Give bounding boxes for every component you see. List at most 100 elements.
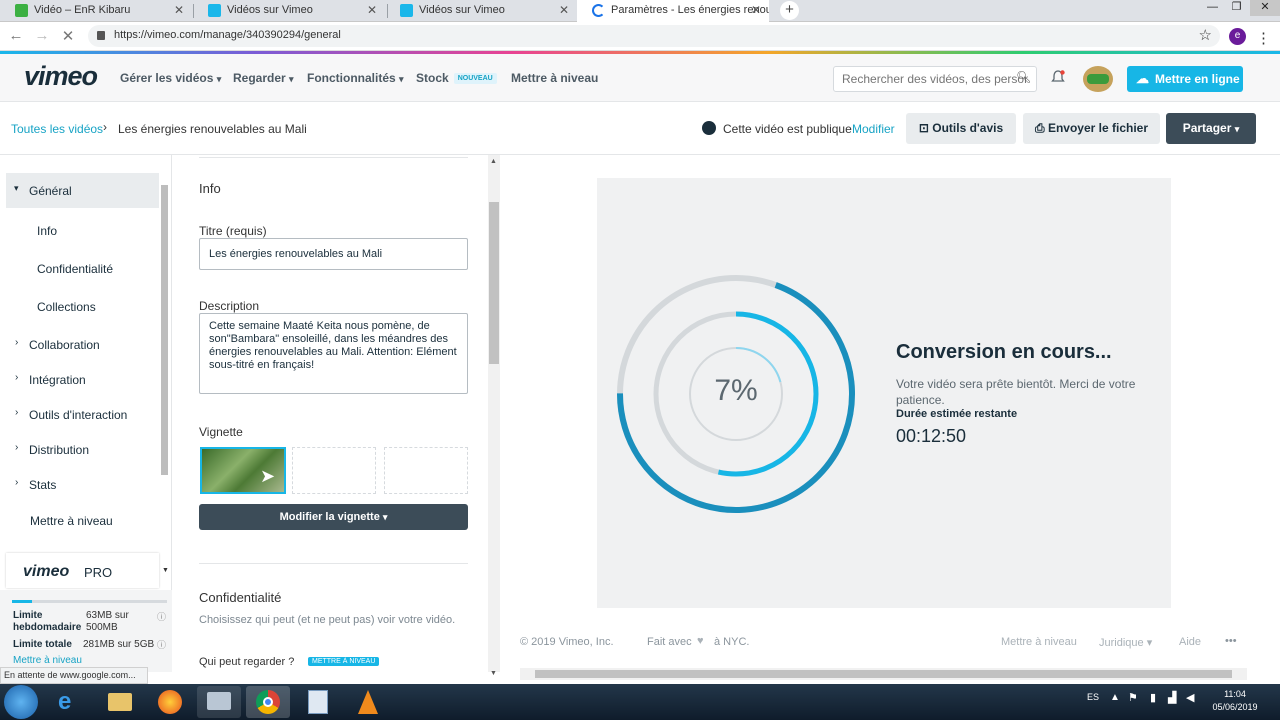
footer-legal-link[interactable]: Juridique ▾ [1099,636,1152,649]
user-avatar[interactable] [1083,66,1113,92]
sidebar-item-privacy[interactable]: Confidentialité [37,262,113,276]
minimize-icon[interactable]: — [1200,0,1225,16]
file-icon: ⎙ [1035,121,1045,135]
chevron-right-icon: › [103,120,107,134]
close-window-icon[interactable]: ✕ [1250,0,1280,16]
globe-icon [702,121,716,135]
firefox-icon[interactable] [148,686,192,718]
windows-start-icon[interactable] [4,685,38,719]
tab-close-icon[interactable]: ✕ [174,0,184,20]
title-input[interactable]: Les énergies renouvelables au Mali [199,238,468,270]
nav-manage-videos[interactable]: Gérer les vidéos ▾ [120,71,221,85]
tray-expand-icon[interactable]: ▲ [1110,692,1120,703]
conversion-message: Votre vidéo sera prête bientôt. Merci de… [896,377,1136,407]
sidebar-item-integration[interactable]: › Intégration [15,372,86,387]
upgrade-badge[interactable]: METTRE À NIVEAU [308,657,380,666]
description-textarea[interactable]: Cette semaine Maaté Keita nous pomène, d… [199,313,468,394]
sidebar-item-stats[interactable]: › Stats [15,477,56,492]
quota-upgrade-link[interactable]: Mettre à niveau [13,655,82,666]
sidebar-item-upgrade[interactable]: Mettre à niveau [30,514,113,528]
sidebar-item-interaction-tools[interactable]: › Outils d'interaction [15,407,127,422]
info-icon[interactable]: ⓘ [157,610,166,623]
breadcrumb-all-videos[interactable]: Toutes les vidéos [11,122,103,136]
scroll-up-icon[interactable]: ▲ [490,158,497,165]
horizontal-scrollbar-thumb[interactable] [535,670,1232,678]
review-tools-button[interactable]: ⊡ Outils d'avis [906,113,1016,144]
system-clock[interactable]: 11:04 05/06/2019 [1205,688,1265,714]
tab-title: Paramètres - Les énergies renou [611,4,769,16]
thumbnail-placeholder[interactable] [292,447,376,494]
browser-tab[interactable]: Vidéos sur Vimeo ✕ [193,0,385,22]
sidebar-item-info[interactable]: Info [37,224,57,238]
clock-date: 05/06/2019 [1212,702,1258,712]
network-signal-icon[interactable]: ▟ [1168,691,1176,704]
made-in-text: à NYC. [714,636,750,648]
keyboard-language[interactable]: ES [1087,692,1099,702]
chevron-right-icon: › [15,477,19,488]
vimeo-pro-promo[interactable]: vimeo PRO [6,553,159,588]
new-tab-button[interactable]: + [780,1,799,20]
vlc-icon[interactable] [346,686,390,718]
profile-avatar[interactable]: e [1229,28,1246,45]
send-file-button[interactable]: ⎙ Envoyer le fichier [1023,113,1160,144]
bookmark-star-icon[interactable]: ☆ [1199,26,1212,44]
info-icon[interactable]: ⓘ [157,638,166,651]
modify-thumbnail-button[interactable]: Modifier la vignette ▾ [199,504,468,530]
back-icon[interactable]: ← [6,27,26,44]
forward-icon[interactable]: → [32,27,52,44]
notification-bell-icon[interactable] [1051,70,1065,84]
divider [199,157,468,158]
upload-button[interactable]: ☁ Mettre en ligne [1127,66,1243,92]
quota-bar [12,600,167,603]
sidebar-item-general[interactable]: ▾ Général [6,173,159,208]
sidebar-item-collaboration[interactable]: › Collaboration [15,337,100,352]
internet-explorer-icon[interactable]: e [48,686,92,718]
scroll-down-icon[interactable]: ▼ [490,670,497,677]
sidebar-item-collections[interactable]: Collections [37,300,96,314]
browser-status-bar: En attente de www.google.com... [0,667,148,684]
video-subheader: Toutes les vidéos › Les énergies renouve… [0,103,1280,155]
thumbnail-selected[interactable]: ➤ [200,447,286,494]
action-center-icon[interactable]: ⚑ [1128,691,1138,704]
lock-icon [97,31,105,40]
document-app-icon[interactable] [296,686,340,718]
tab-close-icon[interactable]: ✕ [559,0,569,20]
vimeo-logo[interactable]: vimeo [24,61,98,92]
network-app-icon[interactable] [197,686,241,718]
menu-kebab-icon[interactable]: ⋮ [1256,29,1271,47]
address-bar[interactable]: https://vimeo.com/manage/340390294/gener… [88,25,1220,47]
share-button[interactable]: Partager ▾ [1166,113,1256,144]
thumbnail-placeholder[interactable] [384,447,468,494]
scroll-down-icon[interactable]: ▼ [162,567,169,574]
file-explorer-icon[interactable] [98,686,142,718]
form-scrollbar-thumb[interactable] [489,202,499,364]
nav-stock[interactable]: Stock NOUVEAU [416,71,497,85]
page-footer: © 2019 Vimeo, Inc. Fait avec ♥ à NYC. Me… [520,635,1250,652]
section-title-privacy: Confidentialité [199,590,282,605]
search-input[interactable] [833,66,1037,92]
thumbnail-label: Vignette [199,425,243,439]
browser-tab[interactable]: Vidéos sur Vimeo ✕ [385,0,577,22]
browser-tab-active[interactable]: Paramètres - Les énergies renou ✕ [577,0,769,22]
stop-icon[interactable]: ✕ [58,27,78,45]
nav-upgrade[interactable]: Mettre à niveau [511,71,598,85]
volume-icon[interactable]: ◀ [1186,691,1194,704]
cursor-icon: ➤ [260,466,276,486]
chrome-icon[interactable] [246,686,290,718]
nav-features[interactable]: Fonctionnalités ▾ [307,71,404,85]
maximize-icon[interactable]: ❐ [1224,0,1249,16]
search-icon[interactable]: 🔍︎ [1016,70,1031,84]
site-header: vimeo Gérer les vidéos ▾ Regarder ▾ Fonc… [0,54,1280,102]
footer-help-link[interactable]: Aide [1179,636,1201,648]
who-can-watch-label: Qui peut regarder ? [199,656,295,668]
nav-watch[interactable]: Regarder ▾ [233,71,294,85]
battery-icon[interactable]: ▮ [1150,691,1156,704]
sidebar-scrollbar[interactable] [161,185,168,475]
sidebar-item-distribution[interactable]: › Distribution [15,442,89,457]
modify-visibility-link[interactable]: Modifier [852,122,895,136]
tab-close-icon[interactable]: ✕ [751,0,761,20]
tab-close-icon[interactable]: ✕ [367,0,377,20]
more-options-icon[interactable]: ••• [1225,635,1237,647]
footer-upgrade-link[interactable]: Mettre à niveau [1001,636,1077,648]
browser-tab[interactable]: Vidéo – EnR Kibaru ✕ [0,0,192,22]
